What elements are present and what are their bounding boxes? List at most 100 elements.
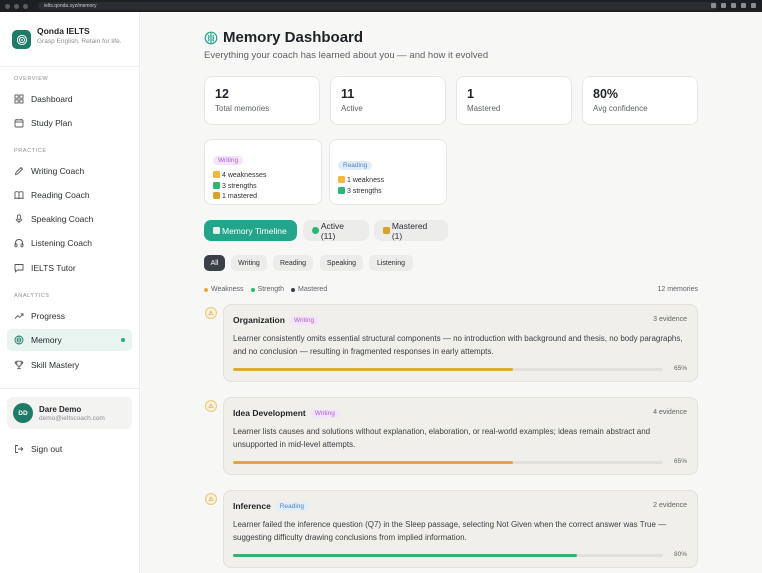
sidebar-item-ielts-tutor[interactable]: IELTS Tutor — [7, 257, 132, 279]
trend-icon — [14, 313, 24, 319]
tab-mastered[interactable]: Mastered (1) — [374, 220, 448, 241]
memory-description: Learner consistently omits essential str… — [233, 334, 683, 356]
sidebar-item-skill-mastery[interactable]: Skill Mastery — [7, 354, 132, 376]
sidebar-item-label: Dashboard — [31, 94, 73, 104]
skill-tag: Writing — [213, 156, 244, 165]
confidence-percent: 65% — [673, 365, 687, 372]
legend-mastered: Mastered — [298, 286, 328, 293]
filter-all[interactable]: All — [204, 255, 225, 271]
brain-icon — [14, 335, 24, 345]
pen-icon — [14, 166, 24, 176]
brand-tagline: Grasp English. Retain for life. — [37, 38, 122, 45]
sidebar-item-label: Memory — [31, 335, 62, 345]
memory-card[interactable]: Organization Writing 3 evidence Learner … — [223, 304, 698, 382]
stat-label: Total memories — [215, 104, 270, 113]
evidence-count: 4 evidence — [653, 409, 687, 416]
user-card[interactable]: DD Dare Demo demo@ieltscoach.com — [7, 397, 132, 429]
book-icon — [14, 191, 24, 200]
filter-speaking[interactable]: Speaking — [320, 255, 363, 271]
skill-card-writing[interactable]: Writing 4 weaknesses 3 strengths 1 maste… — [204, 139, 322, 205]
sidebar-item-speaking-coach[interactable]: Speaking Coach — [7, 208, 132, 230]
page-subtitle: Everything your coach has learned about … — [204, 50, 489, 61]
memory-title: Idea Development — [233, 408, 306, 418]
strength-count: 3 strengths — [222, 182, 257, 190]
browser-tools — [711, 3, 756, 8]
sidebar-item-dashboard[interactable]: Dashboard — [7, 88, 132, 110]
calendar-icon — [14, 118, 24, 128]
menu-icon[interactable] — [751, 3, 756, 8]
skill-card-reading[interactable]: Reading 1 weakness 3 strengths — [329, 139, 447, 205]
tab-label: Mastered (1) — [391, 220, 428, 241]
tab-label: Memory Timeline — [222, 225, 287, 236]
sidebar-item-label: IELTS Tutor — [31, 263, 76, 273]
user-name: Dare Demo — [39, 404, 82, 414]
evidence-count: 2 evidence — [653, 502, 687, 509]
sidebar-item-reading-coach[interactable]: Reading Coach — [7, 184, 132, 206]
forward-icon[interactable] — [14, 3, 19, 9]
bookmark-icon[interactable] — [731, 3, 736, 8]
zoom-icon[interactable] — [711, 3, 716, 8]
trophy-icon — [14, 360, 24, 370]
stat-card-total: 12 Total memories — [204, 76, 320, 125]
check-icon — [213, 181, 220, 189]
brand-name: Qonda IELTS — [37, 26, 90, 36]
sidebar-item-study-plan[interactable]: Study Plan — [7, 112, 132, 134]
page-title: Memory Dashboard — [223, 29, 364, 46]
memory-title: Inference — [233, 501, 271, 511]
warning-icon — [213, 171, 220, 178]
memory-card[interactable]: Inference Reading 2 evidence Learner fai… — [223, 490, 698, 568]
timeline-warning-icon: ⚠ — [205, 493, 217, 505]
memory-tag: Reading — [274, 501, 310, 511]
share-icon[interactable] — [721, 3, 726, 8]
mastered-count: 1 mastered — [222, 193, 258, 200]
sidebar-item-memory[interactable]: Memory — [7, 329, 132, 351]
filter-writing[interactable]: Writing — [231, 255, 267, 271]
confidence-bar — [233, 368, 663, 371]
confidence-bar — [233, 461, 663, 464]
confidence-fill — [233, 368, 513, 371]
trophy-icon — [383, 227, 390, 234]
sidebar-item-listening-coach[interactable]: Listening Coach — [7, 232, 132, 254]
skill-tag: Reading — [338, 161, 373, 170]
stat-label: Active — [341, 104, 363, 113]
section-practice: PRACTICE — [14, 148, 47, 154]
stat-card-confidence: 80% Avg confidence — [582, 76, 698, 125]
filter-listening[interactable]: Listening — [369, 255, 413, 271]
tab-memory-timeline[interactable]: Memory Timeline — [204, 220, 297, 241]
extensions-icon[interactable] — [741, 3, 746, 8]
stat-value: 1 — [467, 87, 474, 101]
memory-card[interactable]: Idea Development Writing 4 evidence Lear… — [223, 397, 698, 475]
confidence-fill — [233, 461, 513, 464]
reload-icon[interactable] — [23, 3, 28, 9]
green-dot-icon — [312, 227, 319, 234]
memory-tag: Writing — [288, 315, 320, 325]
user-email: demo@ieltscoach.com — [39, 414, 105, 422]
brain-icon — [204, 31, 218, 44]
tab-label: Active (11) — [320, 220, 344, 241]
sidebar-item-progress[interactable]: Progress — [7, 305, 132, 327]
brand[interactable]: Qonda IELTS Grasp English. Retain for li… — [0, 12, 139, 67]
logout-icon — [15, 445, 24, 453]
main-content: Memory Dashboard Everything your coach h… — [140, 12, 762, 573]
sidebar-item-writing-coach[interactable]: Writing Coach — [7, 160, 132, 182]
sidebar-divider — [0, 388, 139, 389]
strength-dot — [250, 287, 255, 292]
legend: Weakness Strength Mastered — [204, 286, 334, 293]
memory-count: 12 memories — [657, 286, 698, 293]
sidebar-item-label: Writing Coach — [31, 166, 85, 176]
address-text: ielts.qonda.xyz/memory — [44, 3, 97, 9]
back-icon[interactable] — [5, 3, 10, 9]
evidence-count: 3 evidence — [653, 316, 687, 323]
browser-nav — [5, 3, 28, 9]
sidebar-item-label: Listening Coach — [31, 238, 92, 248]
sign-out-button[interactable]: Sign out — [14, 444, 62, 454]
memory-description: Learner failed the inference question (Q… — [233, 520, 667, 542]
address-bar[interactable]: ielts.qonda.xyz/memory — [38, 2, 718, 10]
chat-icon — [14, 264, 24, 273]
filter-reading[interactable]: Reading — [273, 255, 313, 271]
confidence-percent: 80% — [673, 551, 687, 558]
stat-value: 12 — [215, 87, 229, 101]
section-analytics: ANALYTICS — [14, 293, 50, 299]
tab-active[interactable]: Active (11) — [303, 220, 369, 241]
sidebar-item-label: Study Plan — [31, 118, 73, 128]
